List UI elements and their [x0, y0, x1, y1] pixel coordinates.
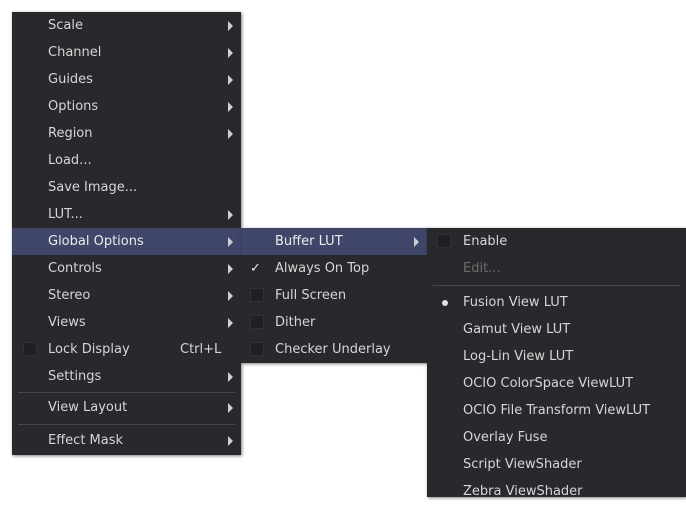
menu-item-label: Options — [48, 99, 99, 114]
chevron-right-icon — [228, 237, 233, 247]
menu-item-settings[interactable]: Settings — [12, 363, 241, 390]
menu-separator — [433, 285, 680, 286]
menu-item-view-layout[interactable]: View Layout — [12, 394, 241, 421]
menu-item-label: Fusion View LUT — [463, 295, 568, 310]
chevron-right-icon — [228, 210, 233, 220]
menu-item-always-on-top[interactable]: ✓ Always On Top — [241, 255, 427, 282]
menu-item-label: Effect Mask — [48, 433, 124, 448]
menu-separator — [18, 424, 235, 425]
menu-item-full-screen[interactable]: Full Screen — [241, 282, 427, 309]
chevron-right-icon — [228, 372, 233, 382]
menu-item-label: Gamut View LUT — [463, 322, 571, 337]
menu-item-gamut-view-lut[interactable]: Gamut View LUT — [427, 316, 686, 343]
menu-item-enable[interactable]: Enable — [427, 228, 686, 255]
menu-item-label: Controls — [48, 261, 102, 276]
check-icon: ✓ — [250, 261, 261, 276]
menu-item-script-viewshader[interactable]: Script ViewShader — [427, 451, 686, 478]
menu-item-options[interactable]: Options — [12, 93, 241, 120]
menu-item-overlay-fuse[interactable]: Overlay Fuse — [427, 424, 686, 451]
menu-item-region[interactable]: Region — [12, 120, 241, 147]
menu-item-load[interactable]: Load... — [12, 147, 241, 174]
chevron-right-icon — [228, 75, 233, 85]
menu-item-label: OCIO File Transform ViewLUT — [463, 403, 651, 418]
radio-dot-icon — [442, 300, 448, 306]
menu-item-save-image[interactable]: Save Image... — [12, 174, 241, 201]
menu-item-label: Edit... — [463, 261, 501, 276]
menu-item-label: View Layout — [48, 400, 128, 415]
menu-item-channel[interactable]: Channel — [12, 39, 241, 66]
menu-item-label: Guides — [48, 72, 93, 87]
menu-item-global-options[interactable]: Global Options — [12, 228, 241, 255]
checkbox-icon — [250, 315, 264, 329]
chevron-right-icon — [414, 237, 419, 247]
menu-item-ocio-file-transform-viewlut[interactable]: OCIO File Transform ViewLUT — [427, 397, 686, 424]
menu-item-label: Scale — [48, 18, 83, 33]
menu-item-label: Views — [48, 315, 86, 330]
chevron-right-icon — [228, 102, 233, 112]
menu-item-label: Dither — [275, 315, 316, 330]
chevron-right-icon — [228, 129, 233, 139]
menu-item-label: Log-Lin View LUT — [463, 349, 574, 364]
menu-item-lut[interactable]: LUT... — [12, 201, 241, 228]
menu-item-fusion-view-lut[interactable]: Fusion View LUT — [427, 289, 686, 316]
menu-item-label: Buffer LUT — [275, 234, 343, 249]
menu-item-label: OCIO ColorSpace ViewLUT — [463, 376, 634, 391]
menu-item-dither[interactable]: Dither — [241, 309, 427, 336]
menu-item-label: Stereo — [48, 288, 91, 303]
menu-item-label: Save Image... — [48, 180, 138, 195]
menu-item-label: LUT... — [48, 207, 83, 222]
checkbox-icon — [250, 288, 264, 302]
menu-item-label: Always On Top — [275, 261, 370, 276]
chevron-right-icon — [228, 436, 233, 446]
menu-item-views[interactable]: Views — [12, 309, 241, 336]
menu-item-controls[interactable]: Controls — [12, 255, 241, 282]
chevron-right-icon — [228, 291, 233, 301]
menu-item-label: Settings — [48, 369, 102, 384]
menu-item-zebra-viewshader[interactable]: Zebra ViewShader — [427, 478, 686, 505]
viewer-context-menu: Scale Channel Guides Options Region Load… — [12, 12, 241, 455]
menu-item-label: Script ViewShader — [463, 457, 582, 472]
menu-item-stereo[interactable]: Stereo — [12, 282, 241, 309]
menu-separator — [18, 392, 235, 393]
menu-item-label: Load... — [48, 153, 92, 168]
shortcut-label: Ctrl+L — [180, 342, 222, 357]
menu-item-lock-display[interactable]: Lock Display Ctrl+L — [12, 336, 241, 363]
menu-item-label: Full Screen — [275, 288, 347, 303]
menu-item-edit[interactable]: Edit... — [427, 255, 686, 282]
global-options-submenu: Buffer LUT ✓ Always On Top Full Screen D… — [241, 228, 427, 363]
checkbox-icon — [23, 342, 37, 356]
menu-item-effect-mask[interactable]: Effect Mask — [12, 427, 241, 454]
chevron-right-icon — [228, 21, 233, 31]
menu-item-label: Checker Underlay — [275, 342, 391, 357]
chevron-right-icon — [228, 264, 233, 274]
checkbox-icon — [250, 342, 264, 356]
menu-item-label: Channel — [48, 45, 102, 60]
checkbox-icon — [437, 234, 451, 248]
buffer-lut-submenu: Enable Edit... Fusion View LUT Gamut Vie… — [427, 228, 686, 499]
chevron-right-icon — [228, 403, 233, 413]
menu-item-label: Lock Display — [48, 342, 130, 357]
menu-item-label: Overlay Fuse — [463, 430, 548, 445]
menu-item-ocio-colorspace-viewlut[interactable]: OCIO ColorSpace ViewLUT — [427, 370, 686, 397]
menu-item-label: Zebra ViewShader — [463, 484, 583, 499]
menu-item-guides[interactable]: Guides — [12, 66, 241, 93]
chevron-right-icon — [228, 318, 233, 328]
menu-item-log-lin-view-lut[interactable]: Log-Lin View LUT — [427, 343, 686, 370]
menu-item-label: Region — [48, 126, 93, 141]
menu-item-scale[interactable]: Scale — [12, 12, 241, 39]
menu-item-label: Enable — [463, 234, 508, 249]
menu-item-label: Global Options — [48, 234, 144, 249]
menu-item-buffer-lut[interactable]: Buffer LUT — [241, 228, 427, 255]
chevron-right-icon — [228, 48, 233, 58]
menu-item-checker-underlay[interactable]: Checker Underlay — [241, 336, 427, 363]
